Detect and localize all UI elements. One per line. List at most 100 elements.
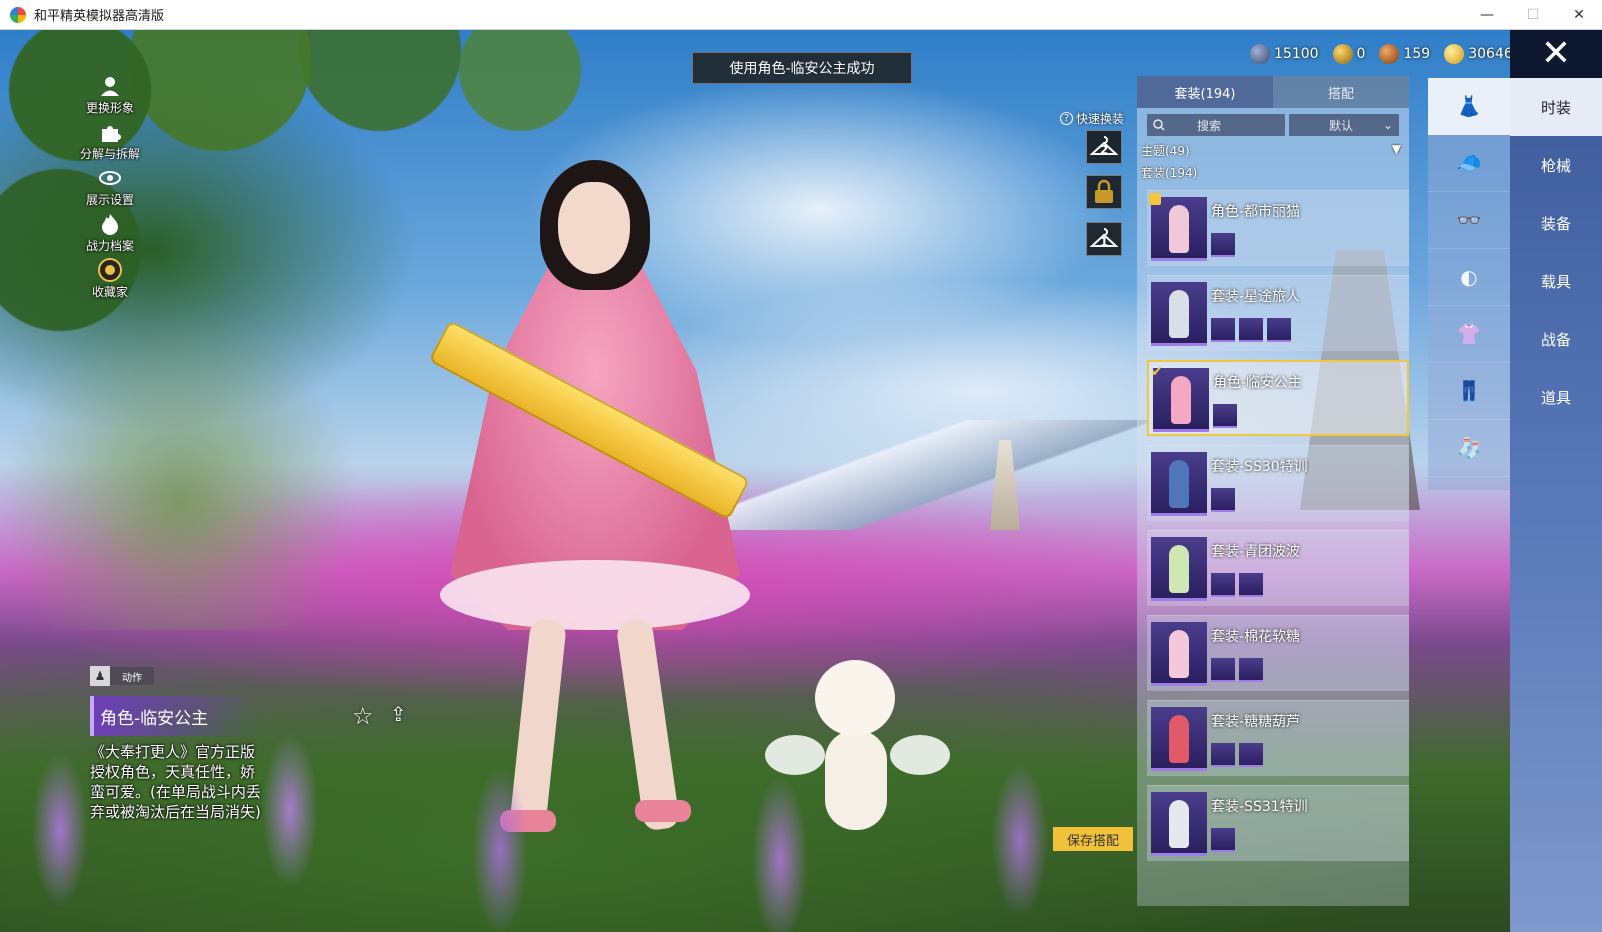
- window-controls: — ☐ ✕: [1464, 0, 1602, 30]
- tab-fashion[interactable]: 时装: [1510, 78, 1602, 136]
- close-window-button[interactable]: ✕: [1556, 0, 1602, 30]
- dropdown-triangle-icon: ▼: [1391, 142, 1401, 156]
- tab-equipment[interactable]: 装备: [1510, 194, 1602, 252]
- currency-bar: 15100 0 159 306461: [1250, 42, 1522, 66]
- outfit-part-thumbnail[interactable]: [1211, 828, 1235, 852]
- tab-weapons[interactable]: 枪械: [1510, 136, 1602, 194]
- currency-item[interactable]: 0: [1332, 44, 1366, 64]
- chevron-down-icon: ⌄: [1382, 118, 1393, 132]
- outfit-name: 角色-都市丽猫: [1211, 204, 1301, 220]
- close-icon: ✕: [1540, 33, 1572, 74]
- character-badge-icon: [1149, 193, 1161, 205]
- shoes-icon[interactable]: 🧦: [1428, 420, 1510, 477]
- currency-item[interactable]: 159: [1379, 44, 1430, 64]
- help-icon[interactable]: ?: [1060, 112, 1073, 125]
- favorite-star-icon[interactable]: ☆: [352, 702, 374, 730]
- outfit-part-thumbnail[interactable]: [1211, 658, 1235, 682]
- outfit-part-thumbnail[interactable]: [1239, 743, 1263, 767]
- window-titlebar: 和平精英模拟器高清版 — ☐ ✕: [0, 0, 1602, 30]
- left-menu-power-archive[interactable]: 战力档案: [70, 212, 150, 258]
- theme-filter[interactable]: 主题(49) ▼: [1141, 142, 1401, 159]
- glasses-icon[interactable]: 👓: [1428, 192, 1510, 249]
- pants-icon[interactable]: 👖: [1428, 363, 1510, 420]
- mask-icon[interactable]: ◐: [1428, 249, 1510, 306]
- fire-icon: [98, 212, 122, 236]
- outfit-thumbnail: [1151, 707, 1207, 771]
- left-menu-change-look[interactable]: 更换形象: [70, 74, 150, 120]
- collector-badge-icon: [98, 258, 122, 282]
- tab-match[interactable]: 搭配: [1273, 76, 1409, 108]
- lock-icon: [1095, 179, 1113, 203]
- snowy-mountains: [700, 420, 1150, 530]
- outfit-part-thumbnail[interactable]: [1211, 488, 1235, 512]
- list-tabs: 套装(194) 搭配: [1137, 76, 1409, 108]
- share-icon[interactable]: ⇪: [390, 702, 407, 726]
- outfit-item[interactable]: ✔ 角色-临安公主: [1147, 360, 1409, 436]
- tab-suits[interactable]: 套装(194): [1137, 76, 1273, 108]
- currency-value: 0: [1356, 46, 1366, 62]
- outfit-name: 套装-青团波波: [1211, 544, 1301, 560]
- outfit-item[interactable]: 角色-都市丽猫: [1147, 190, 1409, 266]
- theme-filter-label: 主题(49): [1141, 144, 1190, 158]
- quick-slot-locked[interactable]: [1086, 175, 1122, 209]
- outfit-item[interactable]: 套装-糖糖葫芦: [1147, 700, 1409, 776]
- currency-item[interactable]: 15100: [1250, 44, 1319, 64]
- tab-props[interactable]: 道具: [1510, 368, 1602, 426]
- outfit-name: 角色-临安公主: [1213, 375, 1303, 391]
- left-menu-display-settings[interactable]: 展示设置: [70, 166, 150, 212]
- outfit-part-thumbnail[interactable]: [1239, 573, 1263, 597]
- bushes: [0, 310, 360, 630]
- currency-value: 159: [1403, 46, 1431, 62]
- save-outfit-button[interactable]: 保存搭配: [1053, 827, 1133, 851]
- outfit-parts: [1213, 404, 1237, 428]
- left-menu-label: 战力档案: [85, 239, 134, 253]
- outfit-item[interactable]: 套装-星途旅人: [1147, 275, 1409, 351]
- suit-count-label: 套装(194): [1141, 166, 1198, 180]
- maximize-button[interactable]: ☐: [1510, 0, 1556, 30]
- minimize-button[interactable]: —: [1464, 0, 1510, 30]
- left-menu: 更换形象 分解与拆解 展示设置 战力档案 收藏家: [70, 74, 150, 304]
- outfit-part-thumbnail[interactable]: [1211, 573, 1235, 597]
- outfit-item[interactable]: 套装-SS31特训: [1147, 785, 1409, 861]
- globe-coin-icon: [1250, 44, 1270, 64]
- search-row: 搜索 默认 ⌄: [1147, 114, 1399, 136]
- outfit-item[interactable]: 套装-SS30特训: [1147, 445, 1409, 521]
- search-input[interactable]: 搜索: [1147, 114, 1285, 136]
- sort-dropdown[interactable]: 默认 ⌄: [1289, 114, 1399, 136]
- outfit-item[interactable]: 套装-棉花软糖: [1147, 615, 1409, 691]
- left-menu-decompose[interactable]: 分解与拆解: [70, 120, 150, 166]
- outfit-figure: [1169, 460, 1189, 508]
- tab-vehicles[interactable]: 载具: [1510, 252, 1602, 310]
- outfit-name: 套装-棉花软糖: [1211, 629, 1301, 645]
- quick-change-label[interactable]: ? 快速换装: [1060, 110, 1124, 127]
- outfit-parts: [1211, 233, 1235, 257]
- outfit-parts: [1211, 828, 1235, 852]
- outfit-part-thumbnail[interactable]: [1213, 404, 1237, 428]
- close-panel-button[interactable]: ✕: [1510, 30, 1602, 78]
- outfit-name: 套装-SS30特训: [1211, 459, 1308, 475]
- left-menu-collector[interactable]: 收藏家: [70, 258, 150, 304]
- equipped-check-icon: ✔: [1151, 364, 1163, 380]
- outfit-part-thumbnail[interactable]: [1211, 743, 1235, 767]
- outfit-part-thumbnail[interactable]: [1211, 318, 1235, 342]
- outfit-figure: [1169, 715, 1189, 763]
- outfit-part-thumbnail[interactable]: [1211, 233, 1235, 257]
- quick-slot-2[interactable]: 2: [1086, 130, 1122, 164]
- outfit-thumbnail: [1151, 197, 1207, 261]
- cap-icon[interactable]: 🧢: [1428, 135, 1510, 192]
- quick-slot-1[interactable]: 1: [1086, 222, 1122, 256]
- left-menu-label: 展示设置: [85, 193, 134, 207]
- outfit-part-thumbnail[interactable]: [1239, 658, 1263, 682]
- dress-icon[interactable]: 👗: [1428, 78, 1510, 135]
- action-chip[interactable]: ♟ 动作: [90, 666, 154, 686]
- quick-change-text: 快速换装: [1076, 112, 1125, 126]
- outfit-list-panel: 套装(194) 搭配 搜索 默认 ⌄ 主题(49) ▼ 套装(194) 角色-都…: [1137, 76, 1409, 906]
- window-title: 和平精英模拟器高清版: [34, 9, 165, 24]
- outfit-part-thumbnail[interactable]: [1267, 318, 1291, 342]
- item-description: 《大奉打更人》官方正版授权角色，天真任性，娇蛮可爱。(在单局战斗内丢弃或被淘汰后…: [90, 743, 261, 821]
- tab-combat-prep[interactable]: 战备: [1510, 310, 1602, 368]
- outfit-item[interactable]: 套装-青团波波: [1147, 530, 1409, 606]
- outfit-figure: [1169, 205, 1189, 253]
- top-icon[interactable]: 👚: [1428, 306, 1510, 363]
- outfit-part-thumbnail[interactable]: [1239, 318, 1263, 342]
